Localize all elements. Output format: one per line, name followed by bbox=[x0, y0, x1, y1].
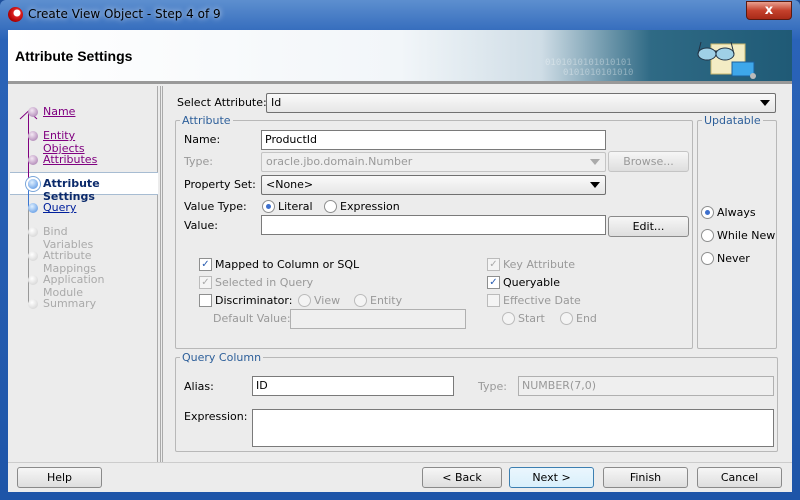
step-disabled-icon bbox=[28, 275, 38, 285]
chevron-down-icon bbox=[760, 100, 770, 106]
view-label: View bbox=[314, 294, 341, 307]
step-current-icon bbox=[28, 179, 38, 189]
step-done-icon bbox=[28, 107, 38, 117]
step-link-icon bbox=[28, 203, 38, 213]
mapped-checkbox[interactable]: ✓ bbox=[199, 258, 212, 271]
nav-step-attribute-settings[interactable]: Attribute Settings bbox=[43, 177, 100, 203]
never-label: Never bbox=[717, 252, 750, 265]
type-combo[interactable]: oracle.jbo.domain.Number bbox=[261, 152, 606, 172]
view-radio[interactable] bbox=[298, 294, 311, 307]
discriminator-label: Discriminator: bbox=[215, 294, 293, 307]
nav-step-application-module: Application Module bbox=[43, 273, 105, 299]
next-button[interactable]: Next > bbox=[509, 467, 594, 488]
expression-radio[interactable] bbox=[324, 200, 337, 213]
value-type-label: Value Type: bbox=[184, 200, 247, 213]
selected-in-query-checkbox[interactable]: ✓ bbox=[199, 276, 212, 289]
edit-button[interactable]: Edit... bbox=[608, 216, 689, 237]
expression-textarea[interactable] bbox=[252, 409, 774, 447]
expression-label: Expression: bbox=[184, 410, 248, 423]
chevron-down-icon bbox=[590, 182, 600, 188]
mapped-label: Mapped to Column or SQL bbox=[215, 258, 360, 271]
help-button[interactable]: Help bbox=[17, 467, 102, 488]
always-radio[interactable] bbox=[701, 206, 714, 219]
page-title: Attribute Settings bbox=[15, 48, 133, 64]
alias-input[interactable]: ID bbox=[252, 376, 454, 396]
nav-step-summary: Summary bbox=[43, 297, 97, 310]
queryable-label: Queryable bbox=[503, 276, 560, 289]
entity-label: Entity bbox=[370, 294, 403, 307]
effective-date-label: Effective Date bbox=[503, 294, 581, 307]
literal-radio[interactable] bbox=[262, 200, 275, 213]
binary-text: 0101010101010 bbox=[563, 68, 634, 78]
attribute-legend: Attribute bbox=[182, 114, 231, 127]
while-new-radio[interactable] bbox=[701, 229, 714, 242]
window-title: Create View Object - Step 4 of 9 bbox=[28, 7, 221, 21]
button-separator bbox=[8, 462, 792, 463]
nav-step-name[interactable]: Name bbox=[43, 105, 75, 118]
entity-radio[interactable] bbox=[354, 294, 367, 307]
default-value-label: Default Value: bbox=[213, 312, 291, 325]
cancel-button[interactable]: Cancel bbox=[697, 467, 782, 488]
property-set-combo[interactable]: <None> bbox=[261, 175, 606, 195]
type-value: oracle.jbo.domain.Number bbox=[266, 155, 413, 168]
nav-step-bind-variables: Bind Variables bbox=[43, 225, 94, 251]
updatable-legend: Updatable bbox=[704, 114, 761, 127]
start-label: Start bbox=[518, 312, 545, 325]
splitter[interactable] bbox=[160, 86, 163, 462]
default-value-input[interactable] bbox=[290, 309, 466, 329]
nav-step-attributes[interactable]: Attributes bbox=[43, 153, 97, 166]
browse-button[interactable]: Browse... bbox=[608, 151, 689, 172]
end-radio[interactable] bbox=[560, 312, 573, 325]
alias-label: Alias: bbox=[184, 380, 214, 393]
key-attribute-label: Key Attribute bbox=[503, 258, 576, 271]
never-radio[interactable] bbox=[701, 252, 714, 265]
back-button[interactable]: < Back bbox=[422, 467, 502, 488]
column-type-input: NUMBER(7,0) bbox=[518, 376, 774, 396]
type-label: Type: bbox=[184, 155, 213, 168]
glasses-icon bbox=[697, 41, 756, 79]
discriminator-checkbox[interactable] bbox=[199, 294, 212, 307]
nav-step-query[interactable]: Query bbox=[43, 201, 76, 214]
nav-step-entity-objects[interactable]: Entity Objects bbox=[43, 129, 85, 155]
start-radio[interactable] bbox=[502, 312, 515, 325]
name-input[interactable]: ProductId bbox=[261, 130, 606, 150]
literal-label: Literal bbox=[278, 200, 313, 213]
app-icon bbox=[8, 7, 23, 22]
name-label: Name: bbox=[184, 133, 221, 146]
header-decoration: 0101010101010101 0101010101010 bbox=[545, 58, 633, 78]
property-set-label: Property Set: bbox=[184, 178, 256, 191]
end-label: End bbox=[576, 312, 597, 325]
effective-date-checkbox[interactable] bbox=[487, 294, 500, 307]
select-attribute-label: Select Attribute: bbox=[177, 96, 267, 109]
step-disabled-icon bbox=[28, 251, 38, 261]
step-done-icon bbox=[28, 155, 38, 165]
value-label: Value: bbox=[184, 219, 218, 232]
queryable-checkbox[interactable]: ✓ bbox=[487, 276, 500, 289]
step-done-icon bbox=[28, 131, 38, 141]
query-column-legend: Query Column bbox=[182, 351, 262, 364]
select-attribute-combo[interactable]: Id bbox=[266, 93, 776, 113]
select-attribute-value: Id bbox=[271, 96, 282, 109]
column-type-label: Type: bbox=[478, 380, 507, 393]
value-input[interactable] bbox=[261, 215, 606, 235]
step-disabled-icon bbox=[28, 299, 38, 309]
while-new-label: While New bbox=[717, 229, 776, 242]
expression-radio-label: Expression bbox=[340, 200, 400, 213]
close-button[interactable]: x bbox=[746, 1, 792, 20]
selected-in-query-label: Selected in Query bbox=[215, 276, 314, 289]
step-disabled-icon bbox=[28, 227, 38, 237]
property-set-value: <None> bbox=[266, 178, 314, 191]
binary-text: 0101010101010101 bbox=[545, 58, 632, 68]
nav-step-attribute-mappings: Attribute Mappings bbox=[43, 249, 96, 275]
chevron-down-icon bbox=[590, 159, 600, 165]
always-label: Always bbox=[717, 206, 756, 219]
key-attribute-checkbox[interactable]: ✓ bbox=[487, 258, 500, 271]
finish-button[interactable]: Finish bbox=[603, 467, 688, 488]
